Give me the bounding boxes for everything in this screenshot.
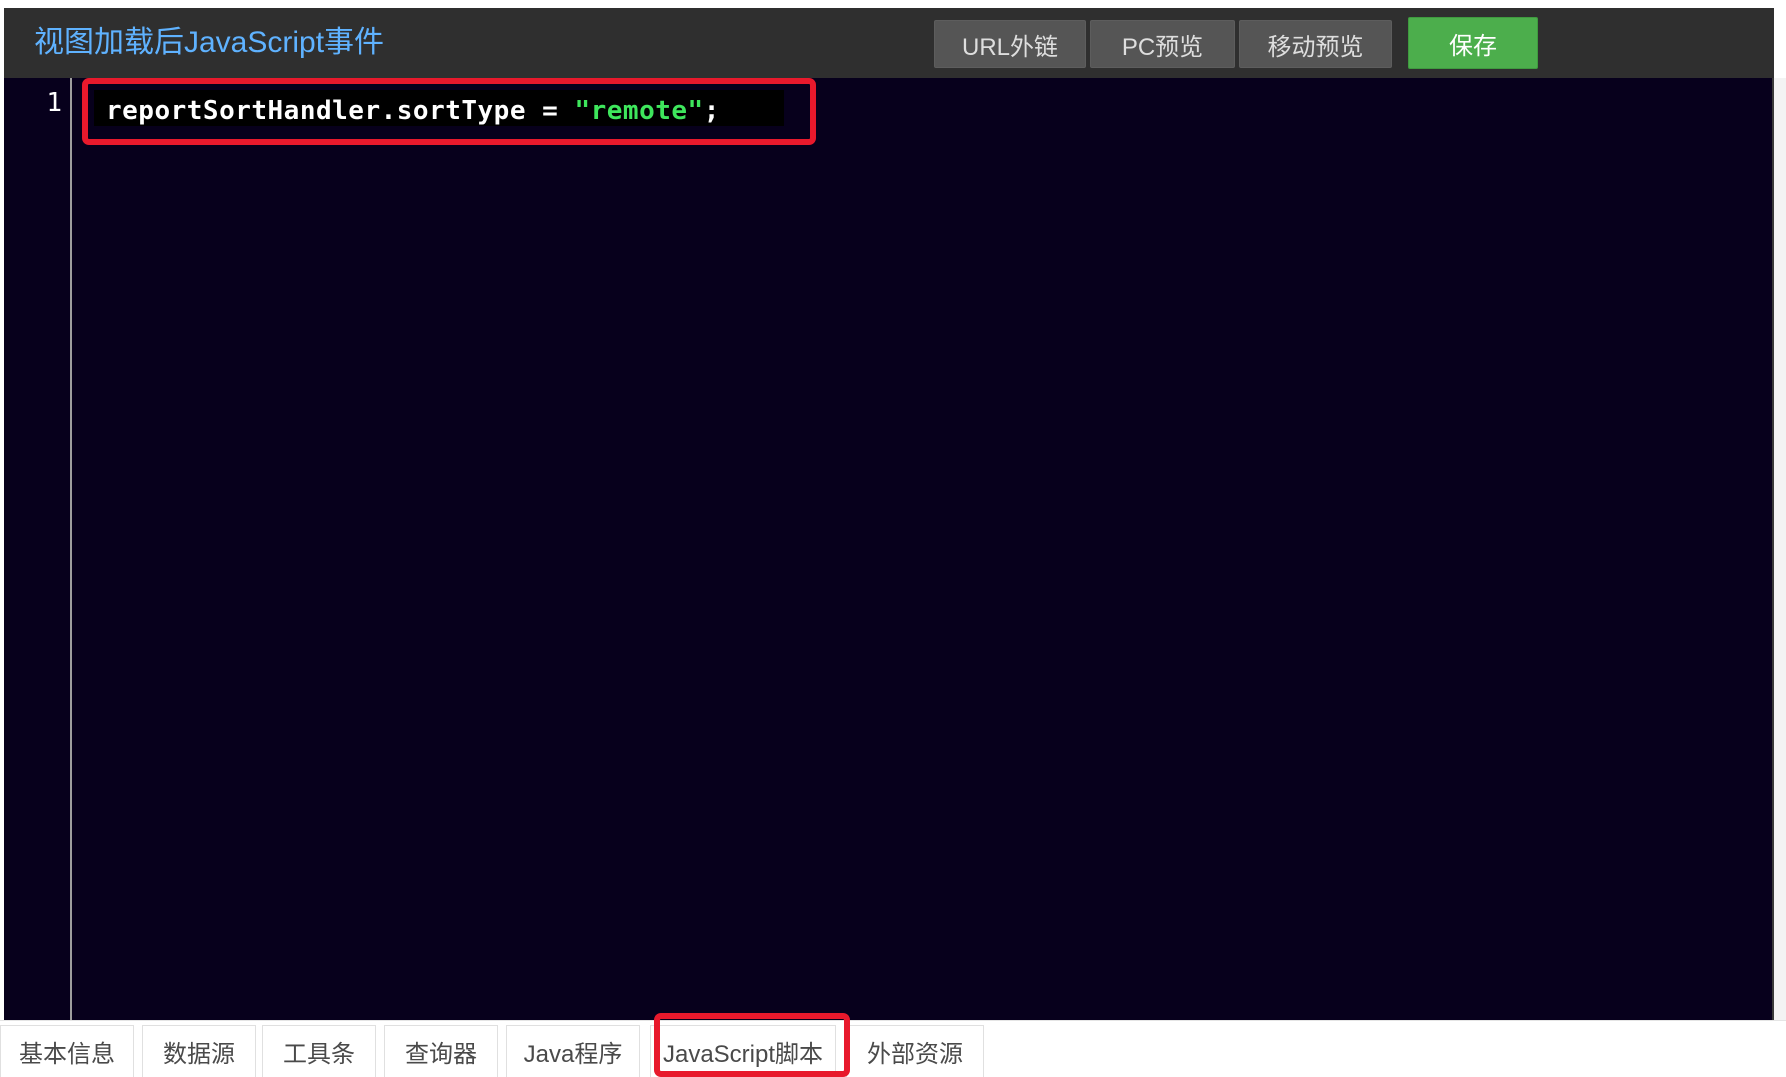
url-link-button[interactable]: URL外链 (934, 20, 1086, 68)
code-line[interactable]: reportSortHandler.sortType = "remote"; (106, 96, 720, 126)
code-token-string: "remote" (574, 96, 704, 126)
tab-external-resources[interactable]: 外部资源 (846, 1025, 984, 1077)
line-number: 1 (46, 88, 62, 118)
code-token-semicolon: ; (703, 96, 720, 126)
pc-preview-button[interactable]: PC预览 (1090, 20, 1235, 68)
save-button[interactable]: 保存 (1408, 17, 1538, 69)
code-token-text: reportSortHandler.sortType = (106, 96, 575, 126)
code-line-highlight: reportSortHandler.sortType = "remote"; (82, 78, 816, 145)
vertical-scrollbar[interactable] (1774, 78, 1786, 1020)
code-editor[interactable]: 1 reportSortHandler.sortType = "remote"; (4, 78, 1774, 1020)
line-number-gutter: 1 (4, 78, 72, 1020)
tab-data-source[interactable]: 数据源 (142, 1025, 256, 1077)
mobile-preview-button[interactable]: 移动预览 (1239, 20, 1392, 68)
tab-query[interactable]: 查询器 (384, 1025, 498, 1077)
tab-toolbar[interactable]: 工具条 (262, 1025, 376, 1077)
tab-javascript[interactable]: JavaScript脚本 (650, 1025, 836, 1077)
page-title: 视图加载后JavaScript事件 (34, 26, 385, 59)
bottom-tab-bar: 基本信息 数据源 工具条 查询器 Java程序 JavaScript脚本 外部资… (0, 1013, 1786, 1077)
tab-basic-info[interactable]: 基本信息 (0, 1025, 134, 1077)
tab-java-program[interactable]: Java程序 (506, 1025, 640, 1077)
editor-header: 视图加载后JavaScript事件 URL外链 PC预览 移动预览 保存 (4, 8, 1774, 78)
javascript-editor-panel: 视图加载后JavaScript事件 URL外链 PC预览 移动预览 保存 1 r… (4, 8, 1774, 1020)
